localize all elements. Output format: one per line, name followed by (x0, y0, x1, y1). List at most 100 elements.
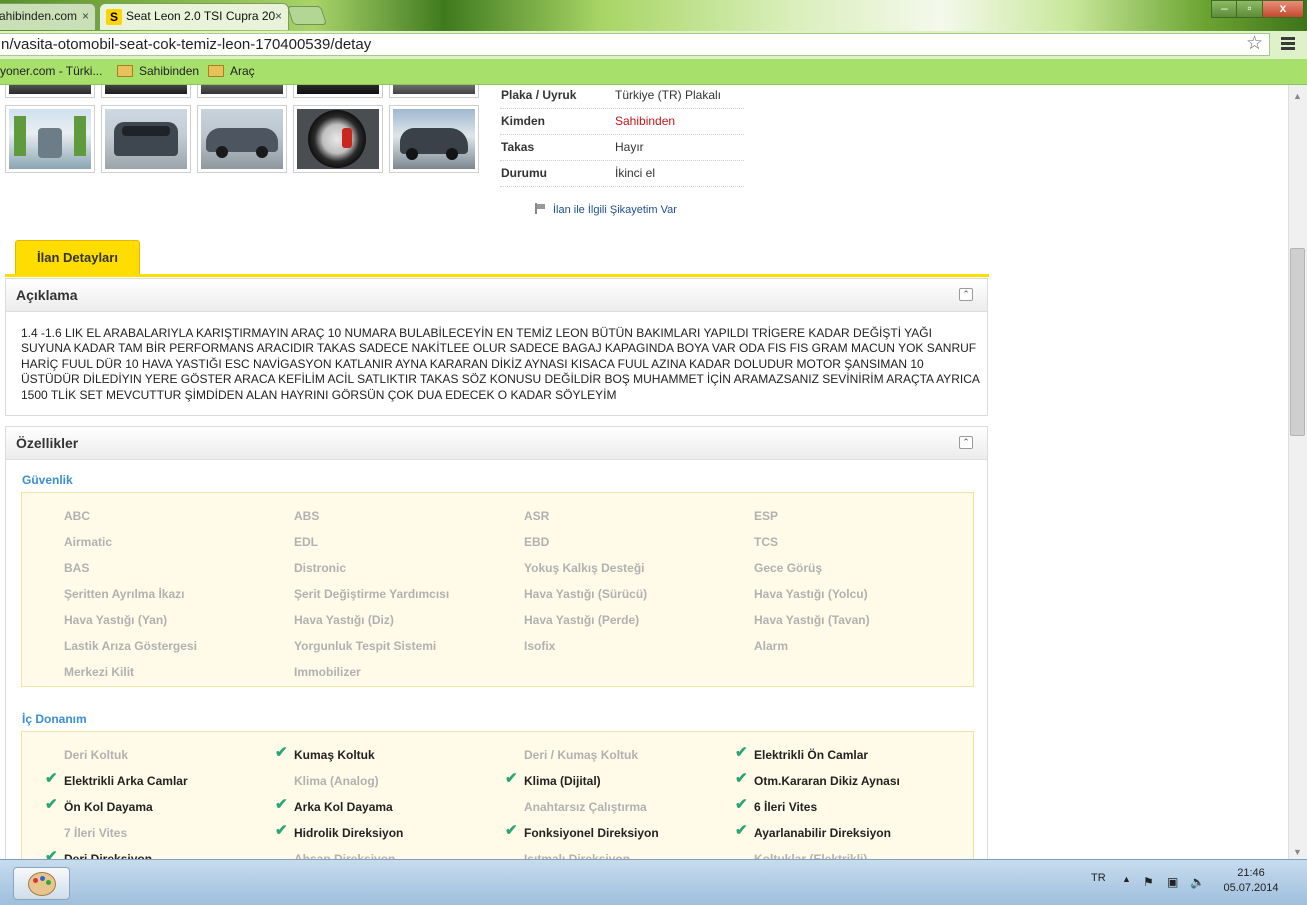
feature-label: Alarm (754, 639, 789, 653)
feature-item: Yorgunluk Tespit Sistemi (294, 639, 436, 653)
photo-thumbnail-car-wash[interactable] (5, 105, 95, 173)
scroll-down-icon[interactable]: ▼ (1293, 847, 1302, 857)
action-center-flag-icon[interactable]: ⚑ (1143, 875, 1154, 889)
photo-thumbnail[interactable] (197, 85, 287, 98)
bookmark-folder-sahibinden[interactable]: Sahibinden (117, 59, 199, 83)
feature-label: EBD (524, 535, 550, 549)
info-row-exchange: Takas Hayır (500, 134, 744, 161)
feature-label: EDL (294, 535, 318, 549)
photo-thumbnail[interactable] (101, 85, 191, 98)
feature-label: Hava Yastığı (Perde) (524, 613, 640, 627)
feature-item: Hava Yastığı (Yolcu) (754, 587, 868, 601)
feature-label: Şerit Değiştirme Yardımcısı (294, 587, 450, 601)
clock-date: 05.07.2014 (1223, 882, 1279, 894)
feature-label: 6 İleri Vites (754, 800, 818, 814)
tab-close-icon[interactable]: × (82, 4, 89, 29)
feature-item: Şeritten Ayrılma İkazı (64, 587, 185, 601)
section-header: Açıklama ⌃ (6, 279, 987, 312)
feature-label: Hava Yastığı (Yan) (64, 613, 168, 627)
info-value: Sahibinden (615, 114, 676, 128)
bookmark-label: Sahibinden (139, 64, 200, 78)
feature-item: Yokuş Kalkış Desteği (524, 561, 645, 575)
feature-item: ✔ Elektrikli Arka Camlar (45, 771, 188, 788)
browser-toolbar: n/vasita-otomobil-seat-cok-temiz-leon-17… (0, 31, 1307, 60)
new-tab-button[interactable] (286, 6, 328, 25)
browser-tab-sahibinden[interactable]: ahibinden.com × (0, 3, 96, 30)
info-label: Kimden (501, 114, 546, 128)
feature-item: Distronic (294, 561, 346, 575)
feature-label: Hava Yastığı (Diz) (294, 613, 394, 627)
feature-label: Airmatic (64, 535, 113, 549)
system-clock[interactable]: 21:46 05.07.2014 (1222, 866, 1280, 896)
photo-thumbnail[interactable] (5, 85, 95, 98)
photo-thumbnail-car-rear[interactable] (389, 105, 479, 173)
info-label: Durumu (501, 166, 547, 180)
tab-close-icon[interactable]: × (275, 4, 282, 29)
checkmark-icon: ✔ (505, 770, 518, 787)
page-scrollbar[interactable] (1288, 85, 1307, 859)
address-bar[interactable]: n/vasita-otomobil-seat-cok-temiz-leon-17… (0, 33, 1270, 56)
windows-taskbar (0, 859, 1307, 905)
tab-listing-details[interactable]: İlan Detayları (15, 240, 140, 274)
feature-item: Hava Yastığı (Yan) (64, 613, 167, 627)
feature-label: ASR (524, 509, 550, 523)
feature-label: Klima (Analog) (294, 774, 379, 788)
feature-item: Şerit Değiştirme Yardımcısı (294, 587, 449, 601)
bookmark-item[interactable]: yoner.com - Türki... (0, 59, 102, 83)
feature-label: Hava Yastığı (Tavan) (754, 613, 870, 627)
checkmark-icon: ✔ (45, 796, 58, 813)
checkmark-icon: ✔ (45, 770, 58, 787)
folder-icon (208, 64, 224, 77)
feature-label: Hava Yastığı (Sürücü) (524, 587, 648, 601)
feature-panel-interior: Deri Koltuk ✔ Kumaş Koltuk Deri / Kumaş Kol… (21, 731, 974, 859)
info-value: Hayır (615, 140, 644, 154)
bookmark-star-icon[interactable]: ☆ (1246, 33, 1263, 55)
feature-group-title-safety: Güvenlik (22, 473, 73, 487)
photo-thumbnail[interactable] (389, 85, 479, 98)
feature-item: ✔ Kumaş Koltuk (275, 745, 375, 762)
window-close-button[interactable]: x (1262, 0, 1304, 18)
window-minimize-button[interactable]: – (1211, 0, 1238, 18)
collapse-icon[interactable]: ⌃ (959, 436, 973, 449)
flag-icon (535, 202, 547, 214)
browser-menu-icon[interactable] (1281, 37, 1295, 52)
window-maximize-button[interactable]: ▫ (1236, 0, 1263, 18)
photo-thumbnail-wheel[interactable] (293, 105, 383, 173)
bookmarks-bar: yoner.com - Türki... Sahibinden Araç (0, 59, 1307, 85)
network-icon[interactable]: ▣ (1167, 875, 1178, 889)
feature-item: Deri Koltuk (64, 748, 128, 762)
feature-label: Isıtmalı Direksiyon (524, 852, 631, 859)
collapse-icon[interactable]: ⌃ (959, 288, 973, 301)
feature-label: BAS (64, 561, 90, 575)
tray-expand-icon[interactable]: ▲ (1122, 874, 1131, 884)
checkmark-icon: ✔ (275, 822, 288, 839)
feature-label: ESP (754, 509, 779, 523)
photo-thumbnail[interactable] (293, 85, 383, 98)
feature-item: ✔ Arka Kol Dayama (275, 797, 393, 814)
feature-label: Ahşap Direksiyon (294, 852, 396, 859)
feature-label: Anahtarsız Çalıştırma (524, 800, 647, 814)
photo-thumbnail-car-side[interactable] (197, 105, 287, 173)
paint-taskbar-button[interactable] (13, 867, 70, 900)
feature-item: Immobilizer (294, 665, 361, 679)
photo-thumbnail-car-front[interactable] (101, 105, 191, 173)
feature-item: Hava Yastığı (Sürücü) (524, 587, 647, 601)
feature-label: ABC (64, 509, 90, 523)
language-indicator[interactable]: TR (1091, 872, 1106, 884)
browser-tab-seat-leon[interactable]: S Seat Leon 2.0 TSI Cupra 20 × (99, 3, 289, 30)
bookmark-folder-arac[interactable]: Araç (208, 59, 255, 83)
feature-label: Deri / Kumaş Koltuk (524, 748, 639, 762)
tab-title: ahibinden.com (0, 9, 78, 23)
scrollbar-thumb[interactable] (1290, 248, 1305, 436)
feature-item: ✔ Hidrolik Direksiyon (275, 823, 403, 840)
tab-title: Seat Leon 2.0 TSI Cupra 20 (126, 9, 276, 23)
feature-label: Yorgunluk Tespit Sistemi (294, 639, 437, 653)
checkmark-icon: ✔ (735, 822, 748, 839)
scroll-up-icon[interactable]: ▲ (1293, 91, 1302, 101)
complaint-link[interactable]: İlan ile İlgili Şikayetim Var (535, 202, 677, 217)
checkmark-icon: ✔ (505, 822, 518, 839)
volume-icon[interactable]: 🔈 (1190, 875, 1205, 889)
feature-item: Klima (Analog) (294, 774, 379, 788)
feature-item: ✔ Elektrikli Ön Camlar (735, 745, 868, 762)
feature-label: Elektrikli Arka Camlar (64, 774, 188, 788)
